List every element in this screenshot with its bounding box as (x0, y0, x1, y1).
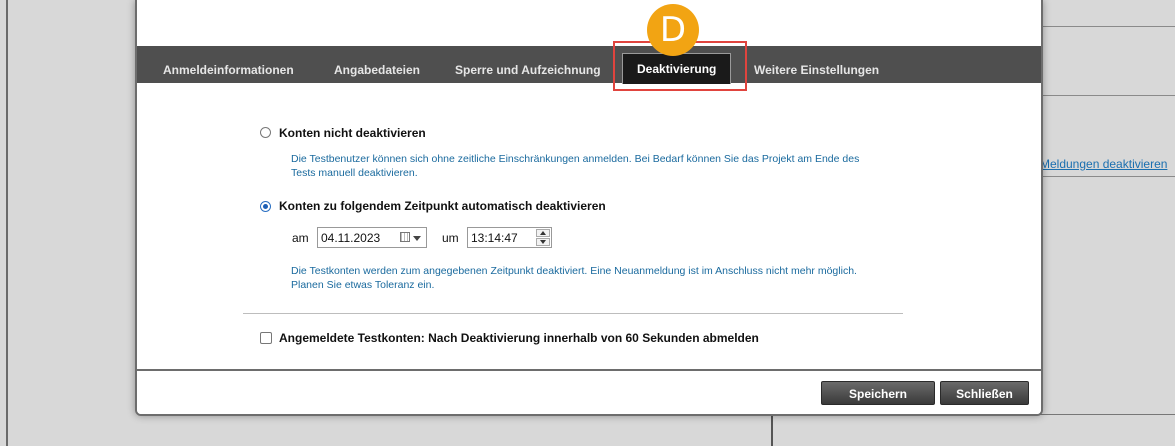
background-right-panel (1041, 0, 1175, 446)
time-label: um (442, 231, 459, 245)
tab-weitere-einstellungen[interactable]: Weitere Einstellungen (754, 63, 879, 77)
help-line: Die Testkonten werden zum angegebenen Ze… (291, 265, 857, 277)
save-button[interactable]: Speichern (821, 381, 935, 405)
option-label-no-deactivate[interactable]: Konten nicht deaktivieren (279, 126, 426, 140)
time-input[interactable]: 13:14:47 (467, 227, 552, 248)
background-left-edge (0, 0, 8, 446)
help-line: Die Testbenutzer können sich ohne zeitli… (291, 153, 860, 165)
tab-sperre-und-aufzeichnung[interactable]: Sperre und Aufzeichnung (455, 63, 601, 77)
background-divider (1041, 95, 1175, 96)
date-label: am (292, 231, 309, 245)
radio-auto-deactivate[interactable] (260, 201, 271, 212)
background-divider (1041, 26, 1175, 27)
date-input[interactable]: 04.11.2023 (317, 227, 427, 248)
help-text-auto-deactivate: Die Testkonten werden zum angegebenen Ze… (291, 264, 857, 292)
dialog-footer: Speichern Schließen (137, 369, 1041, 414)
help-line: Tests manuell deaktivieren. (291, 167, 418, 179)
logout-checkbox[interactable] (260, 332, 272, 344)
close-button[interactable]: Schließen (940, 381, 1029, 405)
tab-angabedateien[interactable]: Angabedateien (334, 63, 420, 77)
settings-dialog: Anmeldeinformationen Angabedateien Sperr… (135, 0, 1043, 416)
radio-no-deactivate[interactable] (260, 127, 271, 138)
step-badge: D (647, 4, 699, 56)
logout-checkbox-label[interactable]: Angemeldete Testkonten: Nach Deaktivieru… (279, 331, 759, 345)
background-divider (1041, 176, 1175, 177)
help-line: Planen Sie etwas Toleranz ein. (291, 279, 435, 291)
option-label-auto-deactivate[interactable]: Konten zu folgendem Zeitpunkt automatisc… (279, 199, 606, 213)
background-link-meldungen[interactable]: Meldungen deaktivieren (1040, 157, 1167, 171)
tab-bar: Anmeldeinformationen Angabedateien Sperr… (137, 46, 1041, 84)
section-divider (243, 313, 903, 314)
chevron-down-icon[interactable] (413, 236, 421, 241)
help-text-no-deactivate: Die Testbenutzer können sich ohne zeitli… (291, 152, 859, 180)
spinner-down-icon[interactable] (536, 238, 550, 246)
time-value: 13:14:47 (471, 231, 518, 245)
tab-anmeldeinformationen[interactable]: Anmeldeinformationen (163, 63, 294, 77)
calendar-icon[interactable] (400, 232, 410, 242)
background-divider-vertical (771, 414, 773, 446)
date-value: 04.11.2023 (321, 231, 381, 245)
spinner-up-icon[interactable] (536, 229, 550, 237)
